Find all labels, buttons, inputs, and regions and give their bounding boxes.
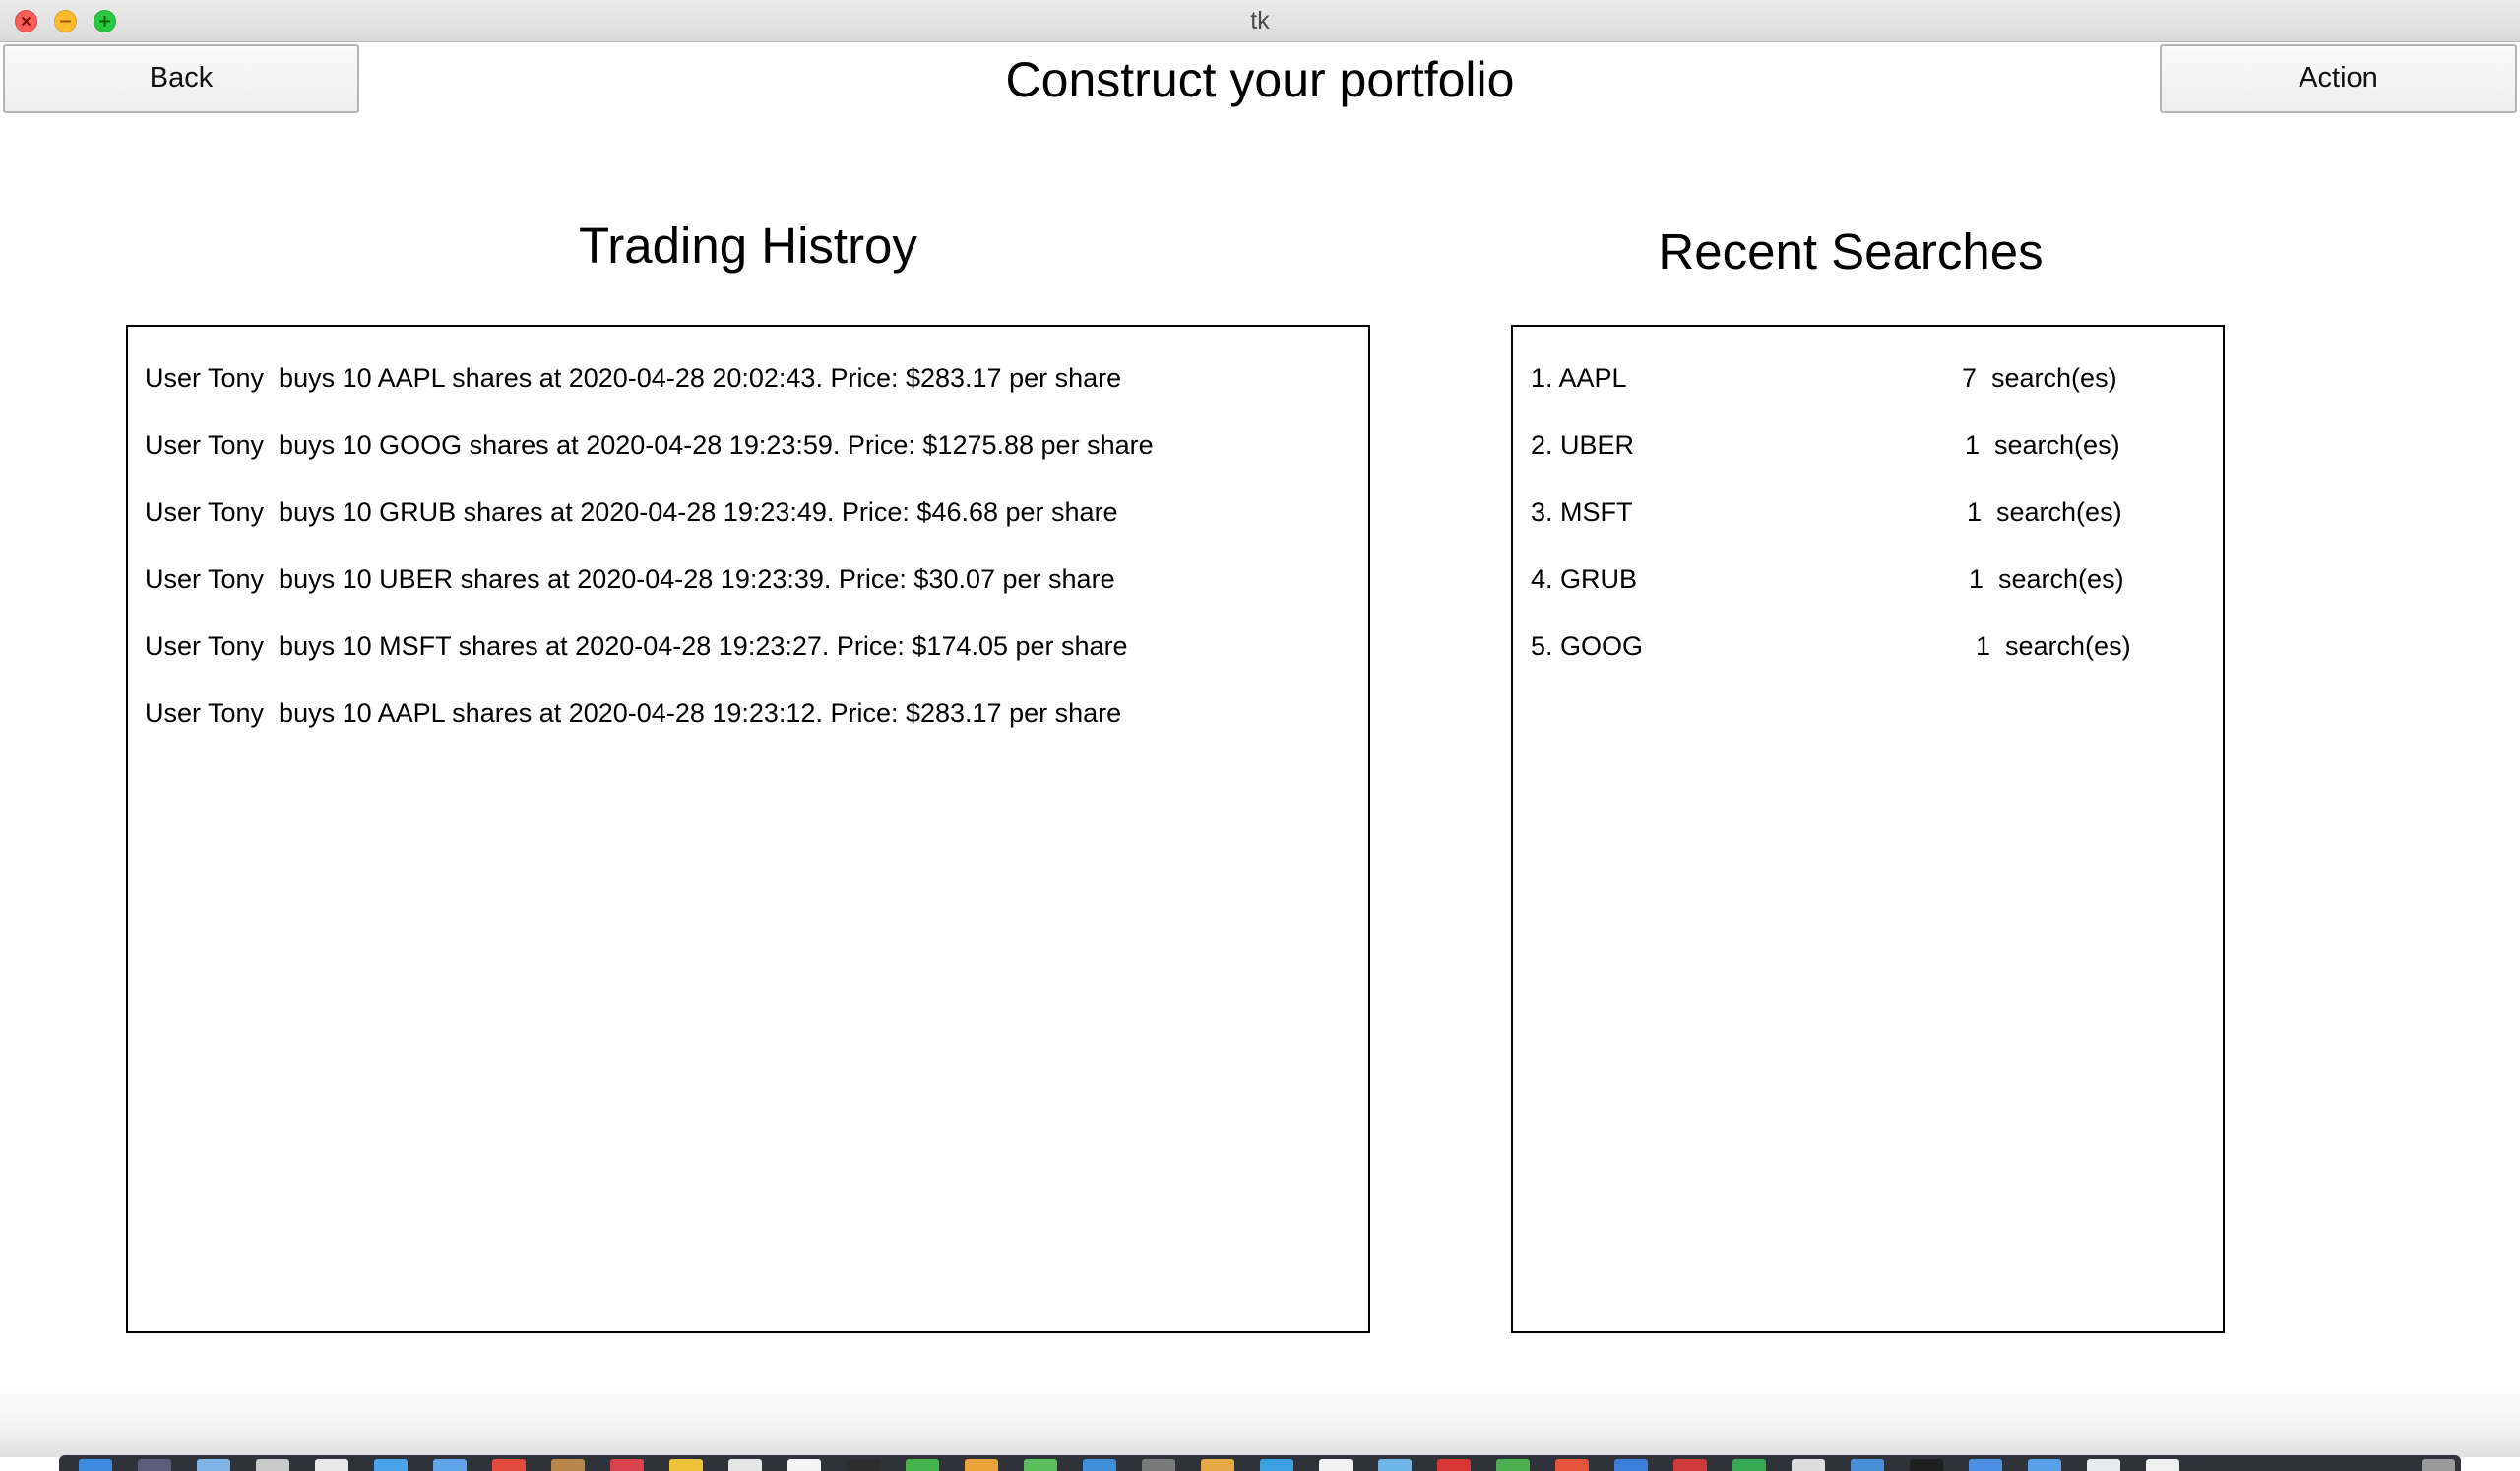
app-icon[interactable] <box>788 1459 821 1471</box>
terminal-icon[interactable] <box>1910 1459 1943 1471</box>
app-icon[interactable] <box>1851 1459 1884 1471</box>
app-icon[interactable] <box>315 1459 348 1471</box>
action-button[interactable]: Action <box>2160 44 2517 113</box>
page-title: Construct your portfolio <box>1005 52 1515 107</box>
app-icon[interactable] <box>1673 1459 1707 1471</box>
search-ticker: 3. MSFT <box>1531 497 1633 527</box>
trade-history-item[interactable]: User Tony buys 10 GOOG shares at 2020-04… <box>145 425 1154 465</box>
app-icon[interactable] <box>610 1459 644 1471</box>
app-icon[interactable] <box>2087 1459 2120 1471</box>
app-icon[interactable] <box>1142 1459 1175 1471</box>
trade-history-item[interactable]: User Tony buys 10 AAPL shares at 2020-04… <box>145 358 1121 398</box>
search-item[interactable]: 1. AAPL 7 search(es) <box>1513 358 2202 398</box>
title-bar: tk <box>0 0 2520 42</box>
recent-searches-heading: Recent Searches <box>1658 224 2044 280</box>
window-bottom-area <box>0 1378 2520 1457</box>
app-icon[interactable] <box>1319 1459 1353 1471</box>
app-icon[interactable] <box>1792 1459 1825 1471</box>
app-icon[interactable] <box>1024 1459 1057 1471</box>
trading-history-listbox[interactable]: User Tony buys 10 AAPL shares at 2020-04… <box>126 325 1370 1333</box>
search-count: 1 search(es) <box>1976 631 2131 661</box>
app-icon[interactable] <box>1437 1459 1471 1471</box>
app-icon[interactable] <box>1378 1459 1412 1471</box>
finder-icon[interactable] <box>79 1459 112 1471</box>
app-icon[interactable] <box>492 1459 526 1471</box>
trade-history-item[interactable]: User Tony buys 10 MSFT shares at 2020-04… <box>145 626 1128 666</box>
app-icon[interactable] <box>433 1459 467 1471</box>
app-icon[interactable] <box>1083 1459 1116 1471</box>
window-title: tk <box>1250 7 1270 34</box>
app-icon[interactable] <box>1732 1459 1766 1471</box>
search-ticker: 4. GRUB <box>1531 564 1638 594</box>
app-icon[interactable] <box>551 1459 585 1471</box>
recent-searches-listbox[interactable]: 1. AAPL 7 search(es) 2. UBER 1 search(es… <box>1511 325 2225 1333</box>
search-count: 1 search(es) <box>1969 564 2124 594</box>
app-icon[interactable] <box>1614 1459 1648 1471</box>
app-icon[interactable] <box>1555 1459 1589 1471</box>
app-window: tk Back Construct your portfolio Action … <box>0 0 2520 1471</box>
search-count: 1 search(es) <box>1967 497 2122 527</box>
app-icon[interactable] <box>1201 1459 1234 1471</box>
trade-history-item[interactable]: User Tony buys 10 GRUB shares at 2020-04… <box>145 492 1118 532</box>
dock <box>59 1455 2461 1471</box>
app-icon[interactable] <box>1260 1459 1293 1471</box>
search-item[interactable]: 5. GOOG 1 search(es) <box>1513 626 2202 666</box>
app-icon[interactable] <box>374 1459 408 1471</box>
trash-icon[interactable] <box>2422 1459 2455 1471</box>
app-icon[interactable] <box>1969 1459 2002 1471</box>
app-icon[interactable] <box>2146 1459 2179 1471</box>
app-icon[interactable] <box>965 1459 998 1471</box>
trading-history-heading: Trading Histroy <box>579 218 917 274</box>
launchpad-icon[interactable] <box>138 1459 171 1471</box>
search-count: 7 search(es) <box>1962 363 2117 393</box>
calendar-icon[interactable] <box>728 1459 762 1471</box>
search-item[interactable]: 2. UBER 1 search(es) <box>1513 425 2202 465</box>
search-ticker: 1. AAPL <box>1531 363 1627 393</box>
app-icon[interactable] <box>256 1459 289 1471</box>
chrome-icon[interactable] <box>1496 1459 1530 1471</box>
app-icon[interactable] <box>2028 1459 2061 1471</box>
trade-history-item[interactable]: User Tony buys 10 AAPL shares at 2020-04… <box>145 693 1121 733</box>
notes-icon[interactable] <box>669 1459 703 1471</box>
search-item[interactable]: 4. GRUB 1 search(es) <box>1513 559 2202 599</box>
trade-history-item[interactable]: User Tony buys 10 UBER shares at 2020-04… <box>145 559 1115 599</box>
search-ticker: 2. UBER <box>1531 430 1635 460</box>
search-ticker: 5. GOOG <box>1531 631 1644 661</box>
app-icon[interactable] <box>847 1459 880 1471</box>
safari-icon[interactable] <box>197 1459 230 1471</box>
app-icon[interactable] <box>906 1459 939 1471</box>
search-count: 1 search(es) <box>1965 430 2120 460</box>
search-item[interactable]: 3. MSFT 1 search(es) <box>1513 492 2202 532</box>
